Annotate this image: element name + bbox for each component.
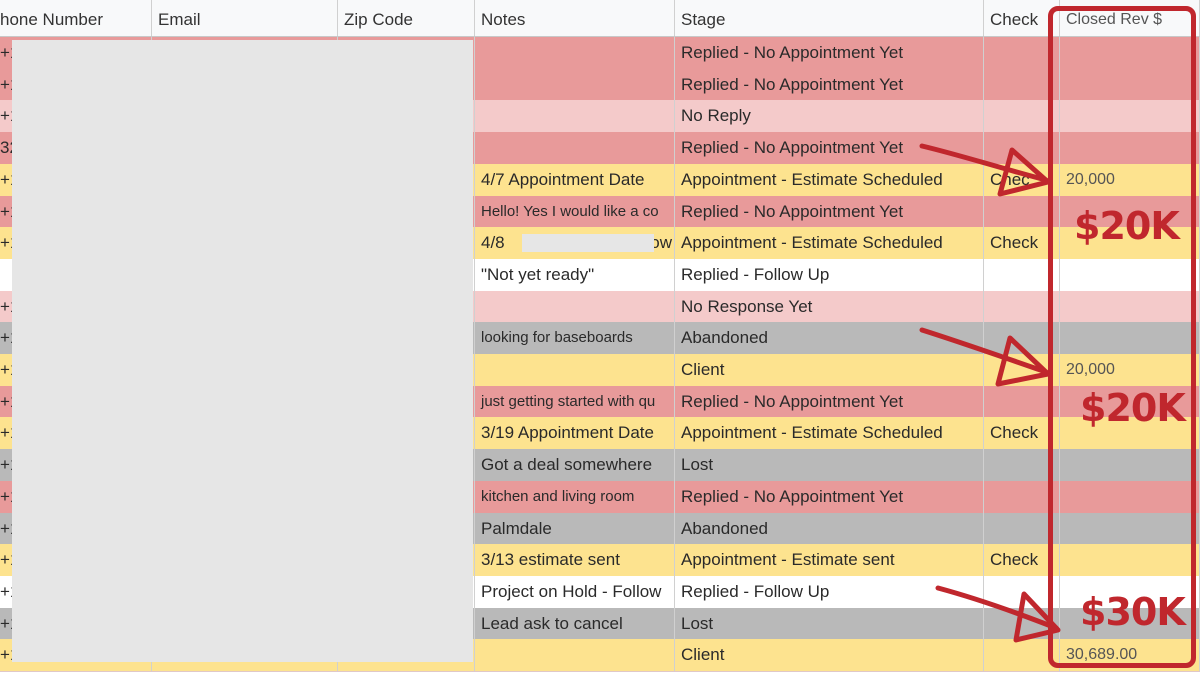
arrow-2-shaft [919, 327, 1049, 375]
arrow-3-head [1013, 591, 1061, 643]
callout-20k-first: $20K [1074, 204, 1180, 248]
annotation-arrows [919, 143, 1061, 643]
callout-30k: $30K [1080, 590, 1186, 634]
callout-20k-second: $20K [1080, 386, 1186, 430]
arrow-2-head [995, 335, 1051, 387]
